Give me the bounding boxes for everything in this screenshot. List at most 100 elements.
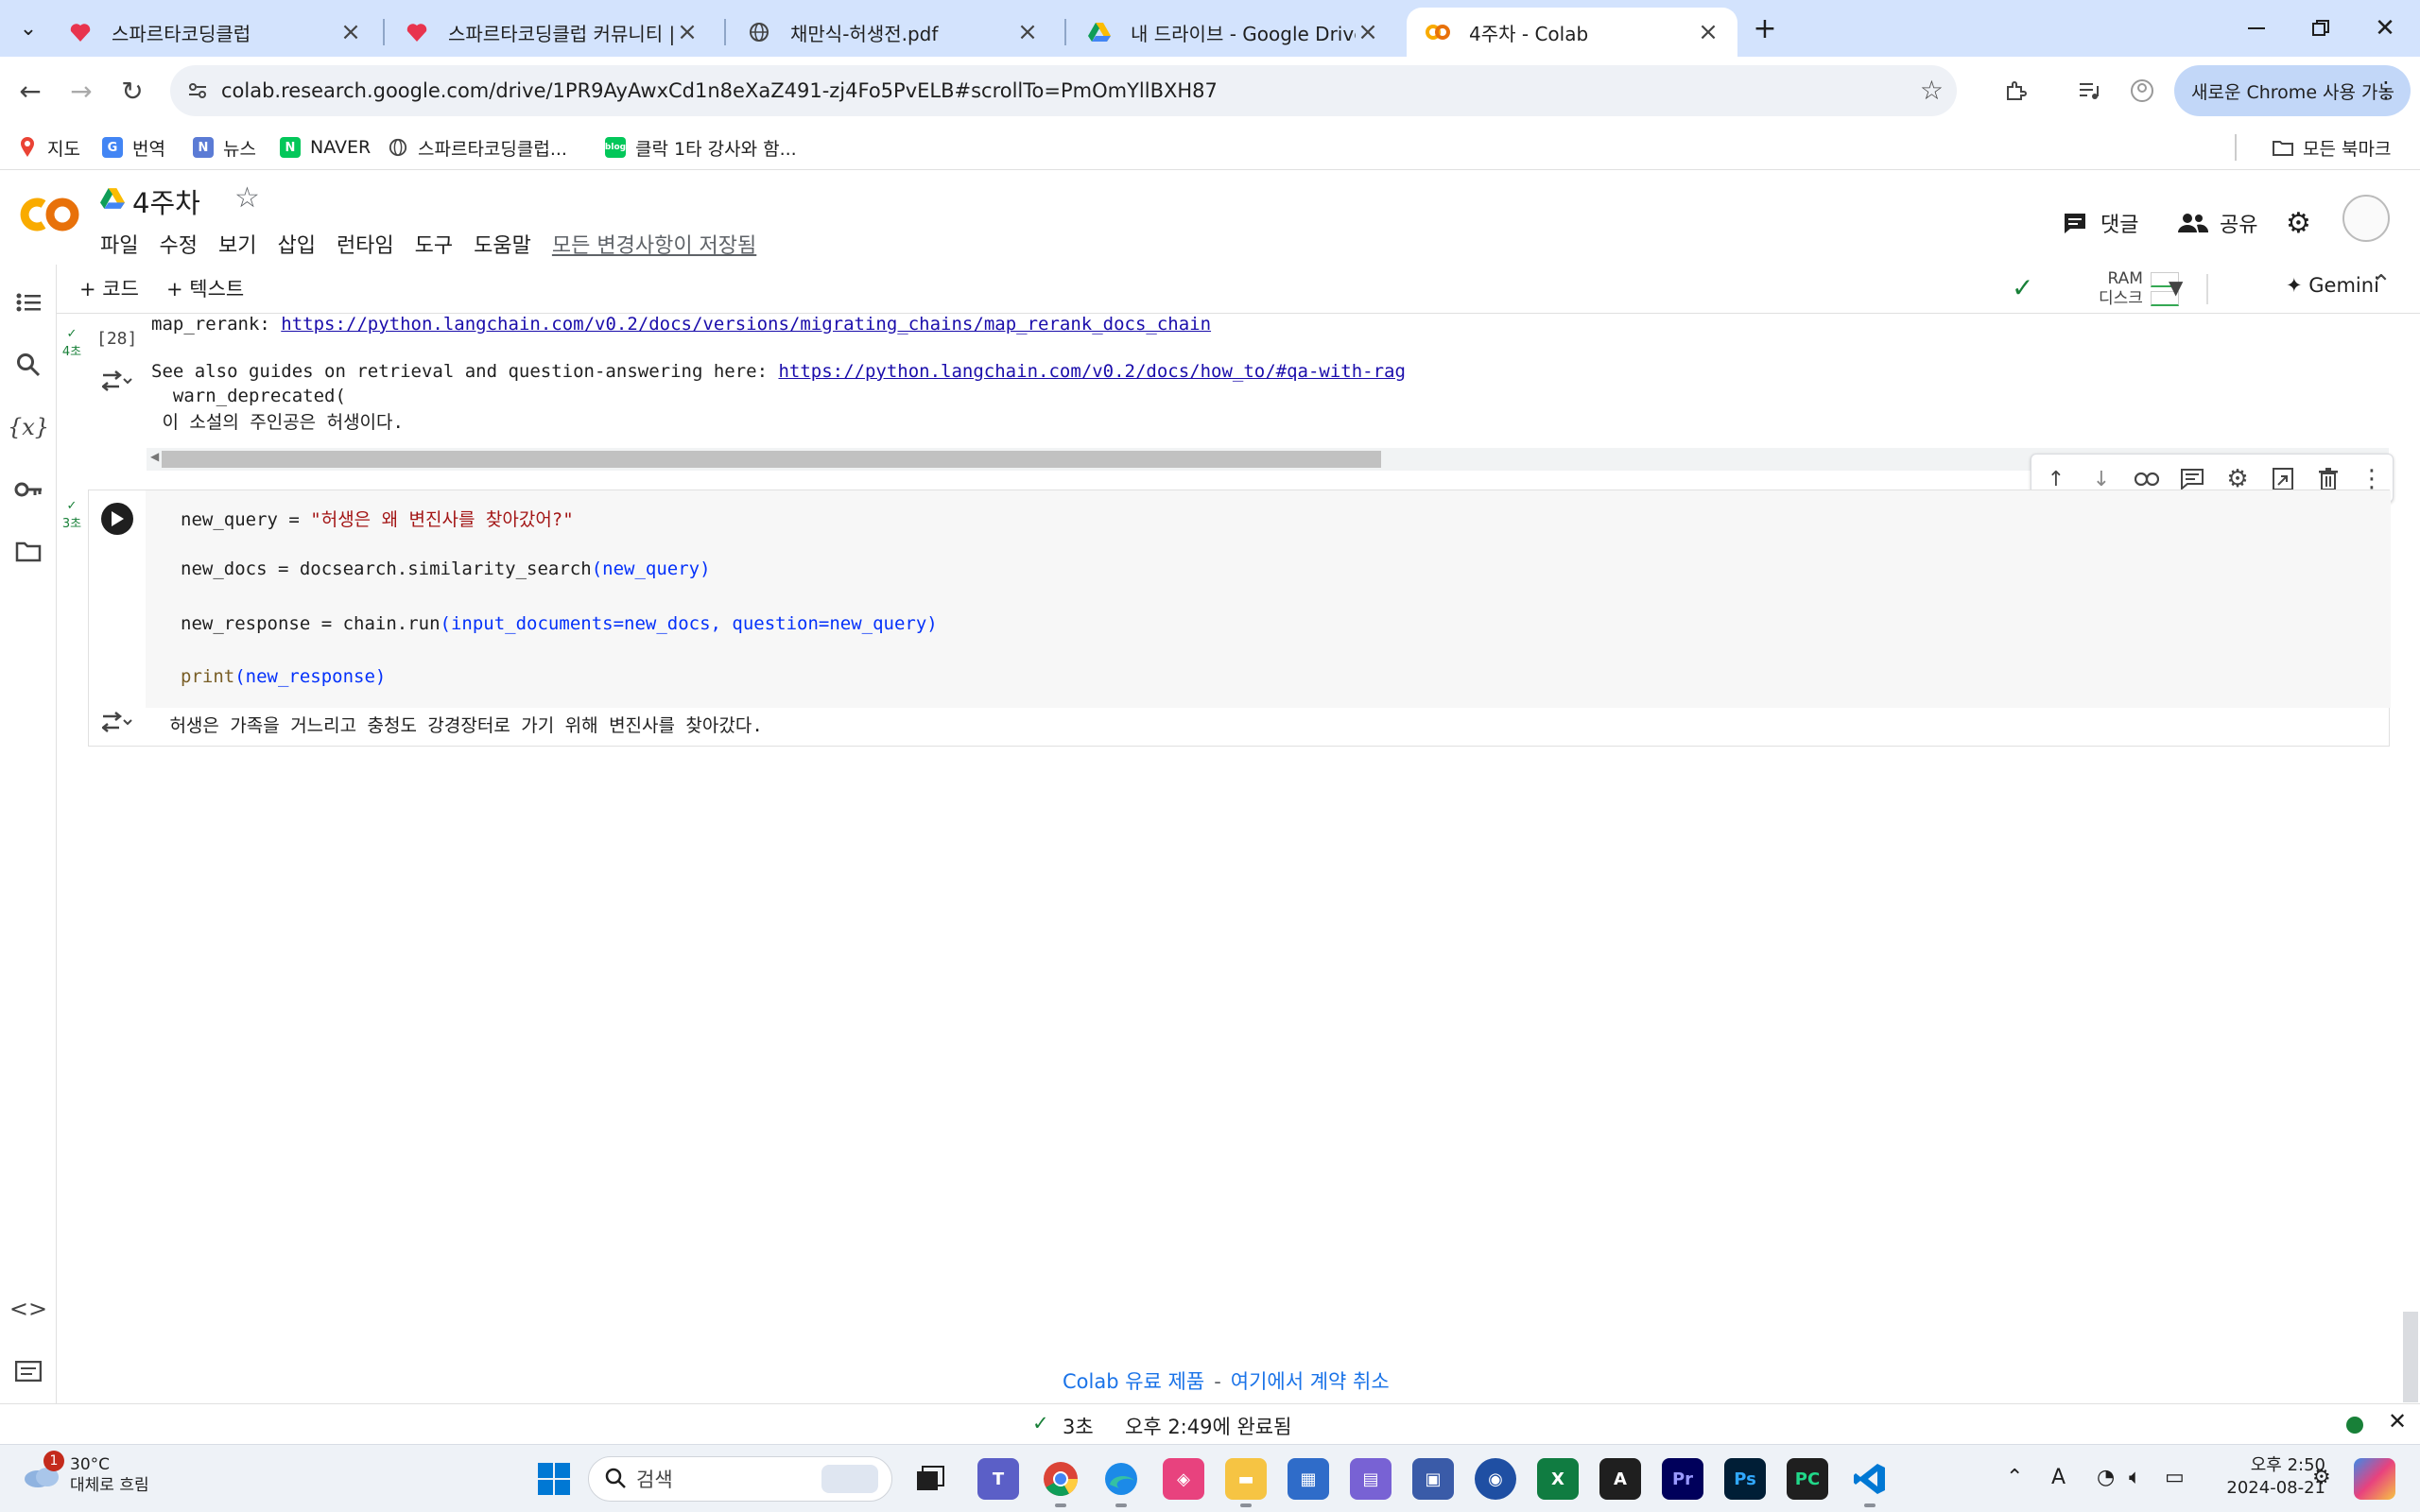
file-explorer-icon[interactable]: ▬ — [1225, 1458, 1267, 1507]
address-bar[interactable]: colab.research.google.com/drive/1PR9AyAw… — [170, 65, 1957, 116]
tab-search-chevron-icon[interactable]: ⌄ — [8, 9, 49, 47]
bookmark-clark[interactable]: blog 클락 1타 강사와 함... — [605, 132, 797, 163]
all-bookmarks[interactable]: 모든 북마크 — [2273, 132, 2391, 163]
files-folder-icon[interactable] — [9, 533, 47, 571]
battery-icon[interactable]: ▭ — [2165, 1466, 2185, 1489]
windows-start-icon[interactable] — [533, 1458, 575, 1500]
site-info-icon[interactable] — [183, 77, 212, 105]
browser-tab-sparta[interactable]: 스파르타코딩클럽 × — [49, 8, 380, 57]
chrome-taskbar-icon[interactable] — [1040, 1458, 1081, 1507]
close-tab-icon[interactable]: × — [1696, 20, 1720, 44]
back-arrow-icon[interactable]: ← — [9, 70, 51, 112]
run-cell-button[interactable] — [101, 503, 133, 535]
collapse-header-icon[interactable]: ⌃ — [2371, 270, 2392, 299]
resource-monitor[interactable]: RAM 디스크 — [2061, 268, 2212, 310]
save-status[interactable]: 모든 변경사항이 저장됨 — [552, 229, 756, 259]
browser-tab-drive[interactable]: 내 드라이브 - Google Drive × — [1068, 8, 1397, 57]
premiere-icon[interactable]: Pr — [1662, 1458, 1703, 1500]
settings-gear-icon[interactable]: ⚙ — [2286, 204, 2311, 242]
ime-icon[interactable]: A — [2051, 1466, 2066, 1489]
browser-tab-pdf[interactable]: 채만식-허생전.pdf × — [728, 8, 1057, 57]
purple-app-icon[interactable]: ▤ — [1350, 1458, 1392, 1500]
code-cell[interactable]: new_query = "허생은 왜 변진사를 찾아갔어?" new_docs … — [88, 490, 2391, 747]
close-tab-icon[interactable]: × — [675, 20, 700, 44]
taskbar-clock[interactable]: 오후 2:50 2024-08-21 — [2212, 1454, 2325, 1500]
task-view-icon[interactable] — [909, 1458, 951, 1500]
close-tab-icon[interactable]: × — [1015, 20, 1040, 44]
restore-icon[interactable] — [2297, 9, 2344, 47]
chrome-update-button[interactable]: 새로운 Chrome 사용 가능 ⋮ — [2174, 65, 2411, 116]
bookmark-sparta[interactable]: 스파르타코딩클럽... — [388, 132, 567, 163]
comment-button[interactable]: 댓글 — [2063, 204, 2138, 242]
edge-icon[interactable] — [1100, 1458, 1142, 1507]
output-link[interactable]: https://python.langchain.com/v0.2/docs/v… — [281, 314, 1211, 335]
secrets-key-icon[interactable] — [9, 471, 47, 508]
user-avatar[interactable] — [2342, 195, 2390, 242]
menu-tools[interactable]: 도구 — [415, 229, 453, 259]
acrobat-icon[interactable]: A — [1599, 1458, 1641, 1500]
star-notebook-icon[interactable]: ☆ — [234, 181, 260, 215]
menu-file[interactable]: 파일 — [100, 229, 138, 259]
share-button[interactable]: 공유 — [2178, 204, 2257, 242]
weather-widget[interactable]: 1 30°C 대체로 흐림 — [23, 1451, 149, 1496]
browser-tab-sparta-community[interactable]: 스파르타코딩클럽 커뮤니티 | 스 × — [386, 8, 717, 57]
reload-icon[interactable]: ↻ — [112, 70, 153, 112]
close-tab-icon[interactable]: × — [1356, 20, 1380, 44]
microsoft-store-icon[interactable]: ▦ — [1288, 1458, 1329, 1500]
bookmark-translate[interactable]: G 번역 — [102, 132, 165, 163]
menu-view[interactable]: 보기 — [218, 229, 256, 259]
new-tab-plus-icon[interactable]: + — [1741, 9, 1789, 47]
minimize-icon[interactable] — [2233, 9, 2280, 47]
volume-icon[interactable]: 🔈︎ — [2129, 1466, 2141, 1489]
gemini-button[interactable]: ✦ Gemini — [2286, 274, 2379, 297]
notebook-title[interactable]: 4주차 — [132, 181, 200, 221]
excel-icon[interactable]: X — [1537, 1458, 1579, 1500]
close-window-icon[interactable]: ✕ — [2361, 9, 2409, 47]
copilot-icon[interactable] — [2354, 1458, 2395, 1500]
menu-edit[interactable]: 수정 — [159, 229, 197, 259]
close-status-icon[interactable]: ✕ — [2388, 1408, 2407, 1435]
notifications-bell-icon[interactable]: ⚙ — [2312, 1466, 2331, 1489]
extensions-puzzle-icon[interactable] — [1996, 72, 2034, 110]
command-palette-icon[interactable] — [9, 1352, 47, 1390]
output-link[interactable]: https://python.langchain.com/v0.2/docs/h… — [778, 361, 1405, 382]
circle-app-icon[interactable]: ◉ — [1475, 1458, 1516, 1500]
teams-icon[interactable]: T — [977, 1458, 1019, 1500]
vscode-icon[interactable] — [1849, 1458, 1891, 1507]
menu-help[interactable]: 도움말 — [474, 229, 531, 259]
search-icon[interactable] — [9, 346, 47, 384]
runtime-status-dot[interactable] — [2346, 1417, 2363, 1434]
bookmark-map[interactable]: 지도 — [17, 132, 80, 163]
forward-arrow-icon[interactable]: → — [60, 70, 102, 112]
wifi-icon[interactable]: ◔ — [2097, 1466, 2115, 1489]
cancel-contract-link[interactable]: 여기에서 계약 취소 — [1231, 1370, 1390, 1393]
photoshop-icon[interactable]: Ps — [1724, 1458, 1766, 1500]
menu-runtime[interactable]: 런타임 — [337, 229, 394, 259]
tray-chevron-up-icon[interactable]: ⌃ — [2006, 1466, 2023, 1489]
bookmark-star-icon[interactable]: ☆ — [1920, 75, 1944, 106]
scrollbar-thumb[interactable] — [162, 451, 1381, 468]
add-code-button[interactable]: + 코드 — [79, 274, 139, 302]
bookmark-naver[interactable]: N NAVER — [280, 132, 371, 163]
bookmark-news[interactable]: N 뉴스 — [193, 132, 256, 163]
taskbar-search[interactable]: 검색 — [588, 1456, 892, 1502]
pycharm-icon[interactable]: PC — [1787, 1458, 1828, 1500]
remote-app-icon[interactable]: ▣ — [1412, 1458, 1454, 1500]
page-scrollbar-thumb[interactable] — [2403, 1312, 2418, 1402]
close-tab-icon[interactable]: × — [338, 20, 363, 44]
table-of-contents-icon[interactable] — [9, 284, 47, 321]
variables-icon[interactable]: {x} — [8, 408, 49, 446]
code-editor[interactable]: new_query = "허생은 왜 변진사를 찾아갔어?" new_docs … — [146, 490, 2391, 708]
output-actions-icon[interactable] — [98, 704, 136, 742]
output-actions-icon[interactable] — [98, 363, 136, 401]
runtime-dropdown-icon[interactable]: ▼ — [2169, 276, 2183, 299]
colab-logo-icon[interactable] — [19, 191, 81, 238]
add-text-button[interactable]: + 텍스트 — [166, 274, 244, 302]
code-snippets-icon[interactable]: <> — [9, 1290, 47, 1328]
google-drive-icon[interactable] — [100, 187, 125, 210]
colab-paid-products-link[interactable]: Colab 유료 제품 — [1063, 1370, 1204, 1393]
media-control-icon[interactable] — [2070, 72, 2108, 110]
pink-app-icon[interactable]: ◈ — [1163, 1458, 1204, 1500]
profile-avatar-icon[interactable] — [2123, 72, 2161, 110]
menu-insert[interactable]: 삽입 — [277, 229, 315, 259]
